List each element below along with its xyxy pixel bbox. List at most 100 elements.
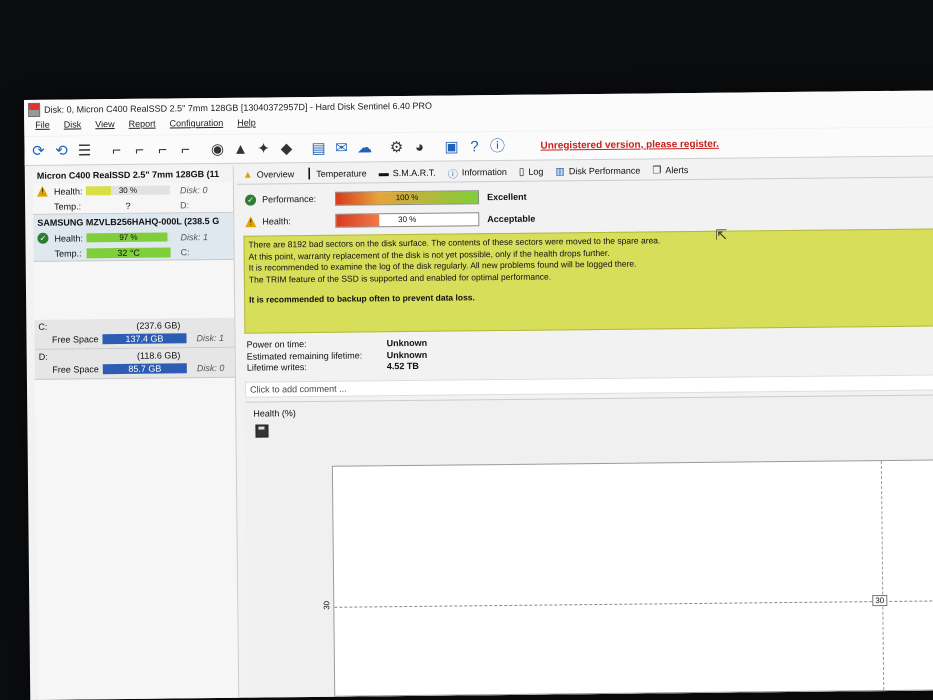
speed-icon[interactable]: ✦ (253, 138, 273, 158)
health-value: 30 % (398, 214, 417, 225)
tab-label: Information (461, 166, 507, 178)
info-icon[interactable]: ⓘ (487, 136, 507, 156)
help-icon[interactable]: ? (464, 136, 484, 156)
ok-check-icon: ✓ (37, 232, 49, 244)
warning-icon: ▲ (242, 169, 253, 181)
tab-disk-performance[interactable]: ▥ Disk Performance (555, 165, 640, 177)
detail-panel: ▲ Overview ┃ Temperature ▬ S.M.A.R.T. ⓘ Info… (236, 158, 933, 698)
performance-rating: Excellent (486, 191, 527, 203)
refresh-icon[interactable]: ⟳ (28, 141, 48, 161)
disk-tools-icon[interactable]: ▲ (230, 139, 250, 159)
tab-temperature[interactable]: ┃ Temperature (306, 168, 367, 179)
tab-label: S.M.A.R.T. (392, 167, 436, 179)
menu-configuration[interactable]: Configuration (163, 118, 231, 135)
disk-card-1[interactable]: SAMSUNG MZVLB256HAHQ-000L (238.5 G ✓ Hea… (33, 212, 234, 262)
settings-gear-icon[interactable]: ⚙ (386, 137, 406, 157)
tab-label: Temperature (316, 168, 367, 179)
health-bar: 30 % (85, 185, 170, 196)
health-value: 30 % (118, 185, 138, 196)
menu-file[interactable]: File (28, 120, 57, 136)
short-test-icon[interactable]: ⌐ (129, 140, 149, 160)
performance-bar: 100 % (334, 190, 480, 206)
info-value: Unknown (386, 337, 428, 349)
network-icon[interactable]: ◉ (207, 139, 227, 159)
ok-check-icon: ✓ (244, 194, 257, 206)
surface-test-icon[interactable]: ⌐ (106, 140, 126, 160)
health-value: 97 % (119, 232, 138, 243)
acoustic-icon[interactable]: ◆ (276, 138, 296, 158)
info-key: Lifetime writes: (246, 362, 307, 373)
warning-icon: ! (37, 186, 48, 197)
drive-letter: C: (180, 246, 190, 257)
graph-title: Health (%) (253, 408, 296, 419)
menu-report[interactable]: Report (122, 119, 163, 135)
tab-label: Log (528, 166, 544, 177)
comment-field[interactable]: Click to add comment ... (244, 374, 933, 398)
temp-value: 32 °C (86, 246, 171, 258)
extended-test-icon[interactable]: ⌐ (152, 139, 172, 159)
mouse-cursor-icon: ⇱ (715, 226, 728, 243)
disk-card-0[interactable]: Micron C400 RealSSD 2.5" 7mm 128GB (11 !… (32, 165, 234, 215)
volume-disk: Disk: 1 (196, 332, 225, 344)
free-space-label: Free Space (52, 364, 99, 375)
menu-help[interactable]: Help (230, 118, 263, 134)
volume-card-c[interactable]: C: (237.6 GB) Free Space 137.4 GB Disk: … (34, 317, 235, 350)
drive-letter: D: (180, 199, 190, 210)
alerts-icon[interactable]: ◕ (409, 137, 429, 157)
health-label: Health: (262, 216, 291, 227)
temp-value: ? (125, 200, 131, 211)
volume-disk: Disk: 0 (196, 362, 225, 374)
lifetime-info: Power on time: Unknown Estimated remainin… (247, 338, 428, 374)
volume-size: (118.6 GB) (136, 350, 181, 361)
tab-log[interactable]: ▯ Log (519, 166, 544, 177)
health-label: Health: (53, 185, 83, 197)
disk-list-icon[interactable]: ☰ (74, 140, 94, 160)
performance-value: 100 % (395, 192, 419, 203)
screenshot-icon[interactable]: ▣ (441, 136, 461, 156)
tab-overview[interactable]: ▲ Overview (242, 169, 295, 181)
health-bar: 30 % (335, 212, 480, 228)
disk-number: Disk: 0 (179, 184, 208, 195)
tab-label: Alerts (665, 165, 689, 176)
disk-panel: Micron C400 RealSSD 2.5" 7mm 128GB (11 !… (32, 165, 240, 700)
warning-icon: ! (245, 216, 256, 227)
free-space-bar: 137.4 GB (102, 333, 187, 345)
info-icon: ⓘ (447, 168, 458, 181)
menu-disk[interactable]: Disk (57, 119, 89, 135)
volume-card-d[interactable]: D: (118.6 GB) Free Space 85.7 GB Disk: 0 (34, 347, 235, 380)
save-icon[interactable] (255, 424, 269, 438)
refresh-all-icon[interactable]: ⟲ (51, 141, 71, 161)
backup-recommendation: It is recommended to backup often to pre… (249, 292, 475, 305)
volume-size: (237.6 GB) (136, 320, 181, 331)
health-label: Health: (54, 232, 84, 244)
menu-view[interactable]: View (88, 119, 122, 135)
performance-chart-icon: ▥ (555, 165, 565, 177)
offline-test-icon[interactable]: ⌐ (175, 139, 195, 159)
health-rating: Acceptable (487, 213, 536, 225)
free-space-bar: 85.7 GB (102, 363, 187, 375)
health-bar-fill (336, 214, 379, 227)
app-icon (28, 102, 41, 117)
gridline-vertical (880, 461, 885, 691)
volume-letter: D: (38, 351, 48, 362)
tab-smart[interactable]: ▬ S.M.A.R.T. (379, 167, 436, 179)
smart-icon: ▬ (378, 167, 389, 179)
temp-label: Temp.: (54, 200, 82, 212)
report-icon[interactable]: ▤ (308, 138, 328, 158)
hard-disk-sentinel-window: Disk: 0, Micron C400 RealSSD 2.5" 7mm 12… (24, 90, 933, 700)
tab-label: Disk Performance (568, 165, 641, 177)
plot-area: 30 30 (322, 459, 933, 697)
register-link[interactable]: Unregistered version, please register. (540, 138, 719, 151)
performance-label: Performance: (262, 193, 317, 205)
health-bar: 97 % (86, 232, 171, 243)
disk-panel-empty (34, 260, 235, 320)
send-report-icon[interactable]: ✉ (331, 138, 351, 158)
y-tick-label: 30 (322, 600, 332, 610)
info-value: 4.52 TB (386, 360, 419, 372)
gridline-horizontal (334, 600, 933, 608)
alerts-icon: ❐ (652, 164, 662, 176)
tab-information[interactable]: ⓘ Information (448, 164, 507, 180)
log-icon: ▯ (518, 166, 525, 178)
tab-alerts[interactable]: ❐ Alerts (652, 165, 688, 176)
backup-icon[interactable]: ☁ (354, 137, 374, 157)
